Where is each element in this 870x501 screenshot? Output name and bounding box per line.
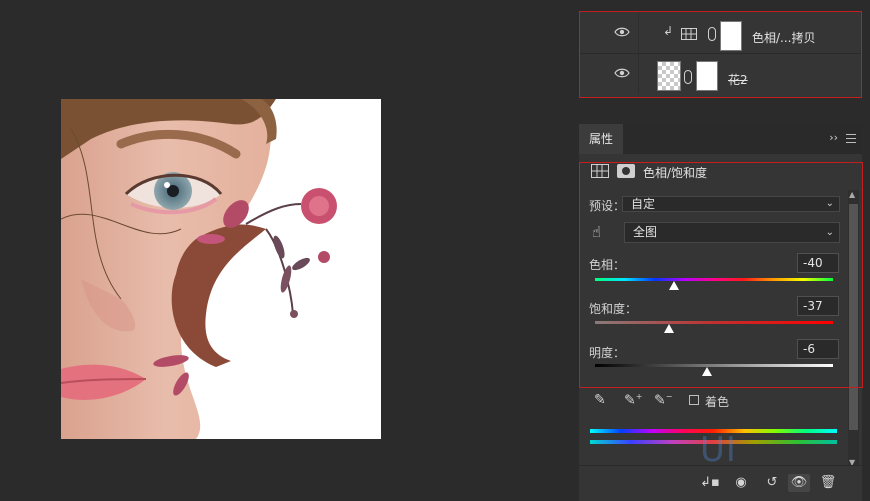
hue-slider-track[interactable] <box>595 278 833 281</box>
tab-properties[interactable]: 属性 <box>579 124 623 154</box>
document-canvas[interactable] <box>61 99 381 439</box>
panel-header: 属性 ›› <box>579 124 862 154</box>
eyedropper-subtract-icon[interactable]: ✎− <box>654 392 672 409</box>
hue-value-input[interactable]: -40 <box>797 253 839 273</box>
lightness-slider-track[interactable] <box>595 364 833 367</box>
preset-dropdown[interactable]: 自定 ⌄ <box>622 196 840 212</box>
input-spectrum-bar <box>590 429 837 433</box>
scrollbar-thumb[interactable] <box>849 204 858 430</box>
smart-object-thumbnail[interactable] <box>657 61 681 91</box>
output-spectrum-bar <box>590 440 837 444</box>
saturation-slider-track[interactable] <box>595 321 833 324</box>
layers-panel: ↲ 色相/...拷贝 花2 <box>579 11 862 98</box>
visibility-eye-icon[interactable] <box>614 26 630 38</box>
targeted-adjustment-hand-icon[interactable]: ☝ <box>592 223 601 241</box>
lightness-label: 明度： <box>589 346 626 360</box>
hue-slider-thumb[interactable] <box>668 281 679 290</box>
saturation-label: 饱和度： <box>589 302 638 316</box>
layer-mask-thumbnail[interactable] <box>720 21 742 51</box>
link-chain-icon[interactable] <box>708 27 716 41</box>
hue-saturation-adjustment-icon[interactable] <box>591 164 609 178</box>
lightness-value-input[interactable]: -6 <box>797 339 839 359</box>
properties-scrollbar[interactable]: ▲ ▼ <box>848 190 859 470</box>
photo-composite <box>61 99 337 439</box>
chevron-down-icon: ⌄ <box>825 198 834 209</box>
eyedropper-add-icon[interactable]: ✎+ <box>624 392 642 409</box>
colorize-checkbox[interactable] <box>689 395 699 405</box>
panel-menu-icon[interactable] <box>846 134 856 146</box>
chevron-down-icon: ⌄ <box>825 227 834 238</box>
scroll-up-icon[interactable]: ▲ <box>849 190 855 199</box>
layer-mask-thumbnail[interactable] <box>696 61 718 91</box>
clip-to-layer-icon[interactable]: ↲▪ <box>699 474 721 492</box>
saturation-slider-thumb[interactable] <box>663 324 674 333</box>
collapse-panel-icon[interactable]: ›› <box>829 131 838 144</box>
clipping-arrow-icon: ↲ <box>663 24 674 38</box>
layer-name[interactable]: 色相/...拷贝 <box>752 29 816 46</box>
properties-bottom-toolbar: ↲▪ ◉ ↺ 👁 🗑 <box>579 465 862 501</box>
toggle-visibility-icon[interactable]: 👁 <box>788 474 810 492</box>
view-previous-state-icon[interactable]: ◉ <box>730 474 752 492</box>
range-value: 全图 <box>633 225 658 239</box>
divider <box>638 12 639 53</box>
delete-icon[interactable]: 🗑 <box>817 474 839 492</box>
visibility-eye-icon[interactable] <box>614 67 630 79</box>
panel-title: 色相/饱和度 <box>643 166 708 180</box>
eyedropper-icon[interactable]: ✎ <box>594 392 606 408</box>
lightness-slider-thumb[interactable] <box>701 367 712 376</box>
colorize-label: 着色 <box>705 395 730 409</box>
reset-icon[interactable]: ↺ <box>761 474 783 492</box>
hue-label: 色相： <box>589 258 626 272</box>
layer-row-hue-saturation-copy[interactable]: ↲ 色相/...拷贝 <box>580 12 861 54</box>
range-dropdown[interactable]: 全图 ⌄ <box>624 222 840 243</box>
properties-panel: 属性 ›› 色相/饱和度 预设： 自定 ⌄ ☝ 全图 ⌄ 色相： -40 饱和度… <box>579 124 862 501</box>
layer-mask-icon[interactable] <box>617 164 635 178</box>
preset-value: 自定 <box>631 197 656 211</box>
preset-label: 预设： <box>589 199 626 213</box>
divider <box>638 53 639 94</box>
layer-row-flower2[interactable]: 花2 <box>580 53 861 94</box>
layer-name[interactable]: 花2 <box>728 71 748 88</box>
saturation-value-input[interactable]: -37 <box>797 296 839 316</box>
adjustment-layer-icon <box>681 28 697 40</box>
link-chain-icon[interactable] <box>684 70 692 84</box>
